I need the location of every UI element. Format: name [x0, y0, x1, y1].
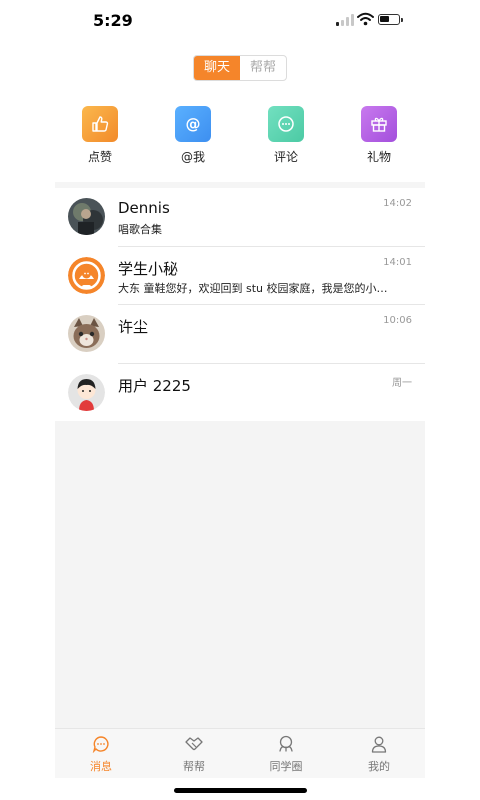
quick-action-likes[interactable]: 点赞 — [70, 106, 130, 165]
conversation-name: 许尘 — [118, 318, 149, 336]
avatar — [68, 315, 105, 352]
home-indicator — [174, 788, 307, 793]
conversation-preview: 唱歌合集 — [118, 223, 162, 236]
avatar — [68, 256, 105, 294]
messages-screen: 聊天 帮帮 点赞 @ @我 评论 礼物 Dennis 唱歌合集 14:02 学生… — [55, 0, 425, 800]
comment-icon — [268, 106, 304, 142]
handshake-icon — [159, 735, 229, 753]
quick-action-label: @我 — [180, 150, 205, 164]
conversation-preview: 大东 童鞋您好，欢迎回到 stu 校园家庭，我是您的小秘书～ — [118, 281, 393, 295]
at-icon: @ — [175, 106, 211, 142]
conversation-row[interactable]: 许尘 10:06 — [55, 305, 425, 364]
conversation-row[interactable]: 学生小秘 大东 童鞋您好，欢迎回到 stu 校园家庭，我是您的小秘书～ 14:0… — [55, 247, 425, 305]
conversation-name: 学生小秘 — [118, 259, 179, 278]
tab-help[interactable]: 帮帮 — [159, 735, 229, 774]
tab-label: 同学圈 — [269, 760, 303, 773]
avatar — [68, 198, 105, 235]
tab-label: 消息 — [90, 760, 112, 773]
conversation-name: 用户 2225 — [118, 376, 191, 395]
quick-action-label: 评论 — [273, 150, 298, 164]
thumbs-up-icon — [82, 106, 118, 142]
conversation-time: 14:02 — [383, 198, 412, 209]
tab-messages[interactable]: 消息 — [66, 735, 136, 774]
conversation-row[interactable]: Dennis 唱歌合集 14:02 — [55, 188, 425, 247]
quick-action-label: 礼物 — [366, 150, 391, 164]
tab-label: 我的 — [368, 760, 390, 773]
quick-action-comments[interactable]: 评论 — [256, 106, 316, 165]
avatar — [68, 373, 105, 411]
gift-icon — [361, 106, 397, 142]
person-icon — [344, 735, 414, 753]
segment-help[interactable]: 帮帮 — [240, 56, 286, 80]
quick-action-label: 点赞 — [87, 150, 112, 164]
conversation-time: 周一 — [392, 377, 412, 389]
chat-bubble-icon — [66, 735, 136, 753]
conversation-time: 14:01 — [383, 256, 412, 268]
conversation-row[interactable]: 用户 2225 周一 — [55, 364, 425, 422]
tab-label: 帮帮 — [183, 760, 205, 773]
conversation-list: Dennis 唱歌合集 14:02 学生小秘 大东 童鞋您好，欢迎回到 stu … — [55, 188, 425, 422]
quick-actions: 点赞 @ @我 评论 礼物 — [55, 106, 425, 166]
bottom-tab-bar: 消息 帮帮 同学圈 我的 — [55, 728, 425, 778]
segment-chat[interactable]: 聊天 — [194, 56, 240, 80]
tab-profile[interactable]: 我的 — [344, 735, 414, 774]
svg-text:@: @ — [186, 115, 201, 133]
quick-action-mentions[interactable]: @ @我 — [163, 106, 223, 165]
tab-classmates[interactable]: 同学圈 — [251, 735, 321, 774]
chat-segmented-control: 聊天 帮帮 — [193, 55, 287, 81]
people-circle-icon — [251, 735, 321, 753]
empty-area — [55, 421, 425, 728]
conversation-name: Dennis — [118, 199, 170, 217]
quick-action-gifts[interactable]: 礼物 — [349, 106, 409, 165]
conversation-time: 10:06 — [383, 315, 412, 326]
